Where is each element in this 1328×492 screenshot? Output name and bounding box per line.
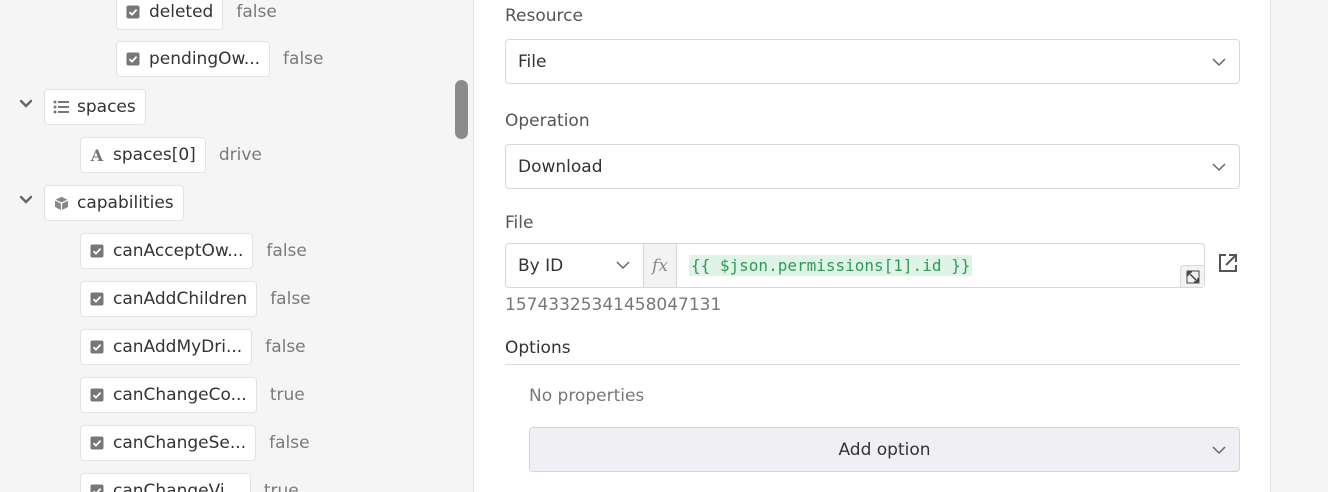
tree-item-pending-owner[interactable]: pendingOw... false (116, 41, 324, 77)
tree-item-value: false (283, 49, 324, 69)
add-option-label: Add option (838, 439, 931, 460)
operation-label: Operation (505, 111, 590, 131)
file-field: By ID fx {{ $json.permissions[1].id }} (505, 243, 1205, 288)
tree-item-label: canAddMyDri... (113, 337, 243, 357)
tree-item-pill[interactable]: canAddMyDri... (80, 329, 253, 365)
tree-item-pill[interactable]: pendingOw... (116, 41, 271, 77)
tree-item-label: spaces[0] (113, 145, 196, 165)
tree-item-label: canAcceptOw... (113, 241, 244, 261)
checkbox-icon (81, 244, 113, 258)
node-parameters-panel: Resource File Operation Download File By… (473, 0, 1271, 492)
tree-item-can-change-security[interactable]: canChangeSe... false (80, 425, 310, 461)
tree-item-value: true (269, 385, 305, 405)
tree-item-can-add-my-drive[interactable]: canAddMyDri... false (80, 329, 306, 365)
checkbox-icon (117, 5, 149, 19)
expression-text: {{ $json.permissions[1].id }} (689, 255, 973, 276)
chevron-down-icon (1211, 442, 1227, 463)
tree-item-label: capabilities (77, 193, 174, 213)
checkbox-icon (81, 436, 113, 450)
resource-select[interactable]: File (505, 39, 1240, 84)
list-icon (45, 100, 77, 114)
tree-item-value: false (270, 289, 311, 309)
cube-icon (45, 196, 77, 211)
tree-item-label: canChangeVi... (113, 481, 241, 492)
chevron-down-icon (1211, 159, 1227, 180)
tree-item-pill[interactable]: A spaces[0] (80, 137, 206, 173)
tree-item-label: canAddChildren (113, 289, 248, 309)
tree-item-value: false (236, 2, 277, 22)
tree-item-spaces[interactable]: spaces (44, 89, 146, 125)
expand-editor-icon[interactable] (1180, 265, 1204, 287)
operation-value: Download (518, 156, 603, 177)
tree-item-spaces-0[interactable]: A spaces[0] drive (80, 137, 262, 173)
file-resolved-value: 15743325341458047131 (505, 295, 722, 315)
tree-item-label: canChangeSe... (113, 433, 247, 453)
tree-item-label: canChangeCo... (113, 385, 247, 405)
tree-item-capabilities[interactable]: capabilities (44, 185, 184, 221)
tree-item-label: deleted (149, 2, 214, 22)
tree-item-can-accept-ownership[interactable]: canAcceptOw... false (80, 233, 307, 269)
tree-item-deleted[interactable]: deleted false (116, 0, 277, 30)
options-divider (505, 364, 1240, 365)
json-tree-panel: deleted false pendingOw... false spaces … (0, 0, 450, 492)
chevron-down-icon (615, 257, 631, 278)
options-title: Options (505, 338, 571, 358)
string-icon: A (90, 145, 104, 165)
checkbox-icon (81, 292, 113, 306)
chevron-down-icon[interactable] (18, 96, 34, 112)
open-external-icon[interactable] (1215, 250, 1241, 276)
checkbox-icon (81, 340, 113, 354)
tree-item-value: false (269, 433, 310, 453)
tree-scrollbar-thumb[interactable] (455, 80, 468, 139)
tree-item-pill[interactable]: capabilities (44, 185, 184, 221)
file-mode-select[interactable]: By ID (506, 244, 644, 287)
checkbox-icon (81, 388, 113, 402)
resource-label: Resource (505, 6, 583, 26)
add-option-button[interactable]: Add option (529, 427, 1240, 472)
canvas-background (1271, 0, 1328, 492)
chevron-down-icon[interactable] (18, 192, 34, 208)
expression-input[interactable]: {{ $json.permissions[1].id }} (677, 244, 1204, 287)
operation-select[interactable]: Download (505, 144, 1240, 189)
file-label: File (505, 213, 534, 233)
tree-item-pill[interactable]: spaces (44, 89, 146, 125)
tree-item-pill[interactable]: canAddChildren (80, 281, 258, 317)
tree-scrollbar[interactable] (452, 0, 470, 492)
tree-item-pill[interactable]: canAcceptOw... (80, 233, 254, 269)
tree-item-label: spaces (77, 97, 136, 117)
tree-item-pill[interactable]: deleted (116, 0, 224, 30)
tree-item-can-change-copy[interactable]: canChangeCo... true (80, 377, 305, 413)
tree-item-pill[interactable]: canChangeSe... (80, 425, 257, 461)
checkbox-icon (117, 52, 149, 66)
tree-item-value: false (266, 241, 307, 261)
chevron-down-icon (1211, 54, 1227, 75)
tree-item-value: true (263, 481, 299, 492)
file-mode-value: By ID (518, 255, 564, 276)
resource-value: File (518, 51, 547, 72)
tree-item-label: pendingOw... (149, 49, 261, 69)
tree-item-pill[interactable]: canChangeCo... (80, 377, 257, 413)
fx-icon[interactable]: fx (644, 244, 677, 287)
tree-item-value: drive (218, 145, 262, 165)
no-properties-text: No properties (529, 386, 645, 406)
tree-item-can-add-children[interactable]: canAddChildren false (80, 281, 311, 317)
checkbox-icon (81, 484, 113, 492)
tree-item-can-change-viewers[interactable]: canChangeVi... true (80, 473, 299, 492)
tree-item-pill[interactable]: canChangeVi... (80, 473, 251, 492)
tree-item-value: false (265, 337, 306, 357)
